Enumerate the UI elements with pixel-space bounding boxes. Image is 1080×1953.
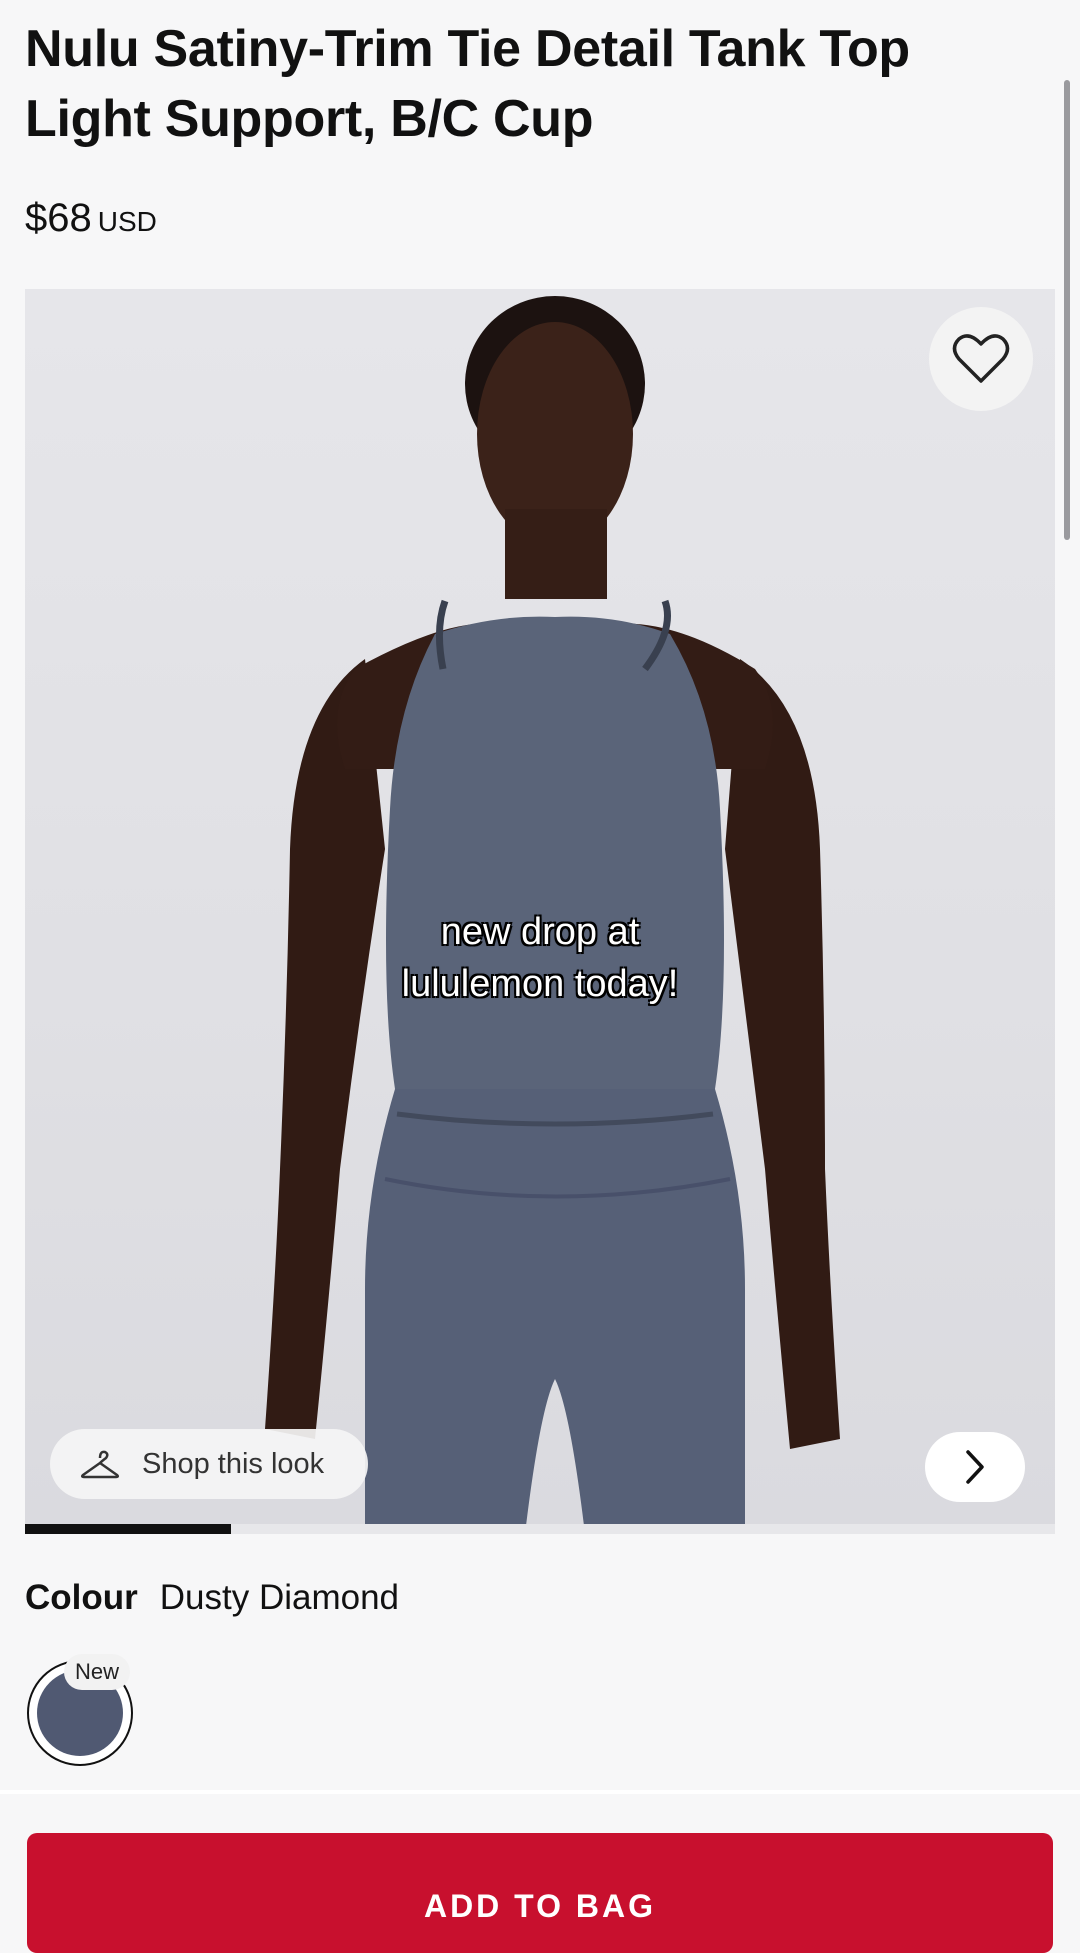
caption-line-1: new drop at <box>440 911 640 953</box>
new-badge: New <box>64 1654 130 1690</box>
shop-this-look-label: Shop this look <box>142 1447 325 1480</box>
add-to-bag-button[interactable]: ADD TO BAG <box>27 1833 1053 1953</box>
scrollbar[interactable] <box>1064 80 1070 540</box>
chevron-right-icon <box>966 1450 984 1484</box>
gallery-progress <box>25 1524 1055 1534</box>
price-currency: USD <box>97 206 157 237</box>
shop-this-look-button[interactable]: Shop this look <box>50 1429 368 1499</box>
next-image-button[interactable] <box>925 1432 1025 1502</box>
price-amount: $68 <box>25 196 92 240</box>
caption-line-2: lululemon today! <box>401 963 679 1005</box>
colour-label: Colour <box>25 1578 138 1617</box>
hanger-icon <box>80 1450 120 1479</box>
product-title: Nulu Satiny-Trim Tie Detail Tank Top Lig… <box>25 20 910 148</box>
colour-row: Colour Dusty Diamond <box>25 1578 399 1618</box>
product-price: $68 USD <box>25 196 157 241</box>
colour-name: Dusty Diamond <box>159 1578 400 1617</box>
video-caption: new drop at lululemon today! <box>25 906 1055 1010</box>
wishlist-button[interactable] <box>929 307 1033 411</box>
heart-icon <box>952 334 1010 383</box>
gallery-progress-fill <box>25 1524 231 1534</box>
divider <box>0 1790 1080 1794</box>
